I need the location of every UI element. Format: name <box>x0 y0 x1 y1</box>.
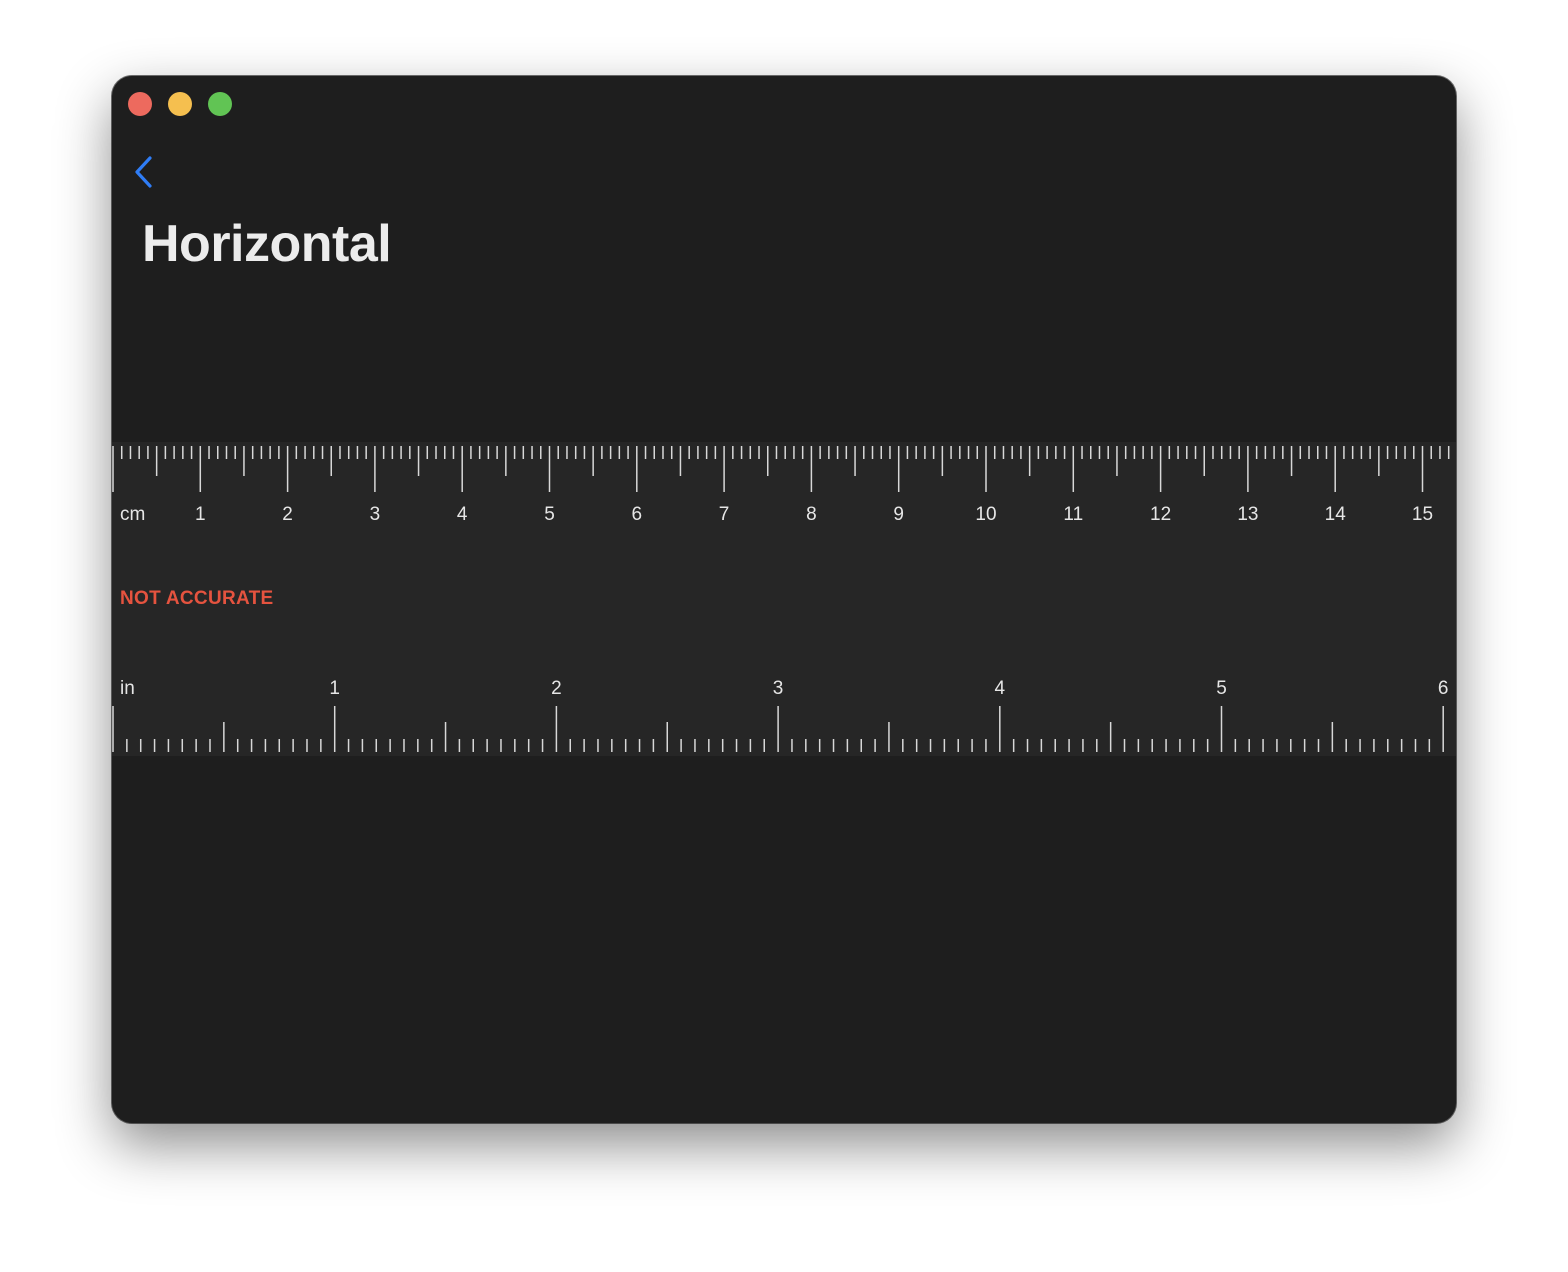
in-tick-label: 5 <box>1216 678 1227 699</box>
in-tick-label: 4 <box>995 678 1006 699</box>
cm-tick-label: 7 <box>719 504 730 525</box>
cm-tick-label: 5 <box>544 504 555 525</box>
cm-tick-label: 11 <box>1063 504 1083 525</box>
cm-tick-label: 6 <box>632 504 643 525</box>
cm-tick-label: 8 <box>806 504 817 525</box>
cm-tick-label: 2 <box>282 504 293 525</box>
in-unit-label: in <box>120 678 135 699</box>
app-window: Horizontal cm 1 2 3 4 5 6 7 8 9 10 11 12 13 14 15 NOT … <box>112 76 1456 1123</box>
in-tick-label: 6 <box>1438 678 1449 699</box>
cm-tick-label: 12 <box>1150 504 1171 525</box>
cm-tick-label: 15 <box>1412 504 1433 525</box>
minimize-window-button[interactable] <box>168 92 192 116</box>
cm-tick-label: 3 <box>370 504 381 525</box>
cm-tick-label: 1 <box>195 504 206 525</box>
accuracy-warning: NOT ACCURATE <box>120 588 274 609</box>
cm-tick-label: 10 <box>975 504 996 525</box>
in-tick-label: 3 <box>773 678 784 699</box>
cm-tick-label: 9 <box>893 504 904 525</box>
cm-tick-label: 13 <box>1237 504 1258 525</box>
inch-ruler: in 1 2 3 4 5 6 <box>112 678 1449 752</box>
in-tick-label: 2 <box>551 678 562 699</box>
chevron-left-icon <box>135 156 152 188</box>
zoom-window-button[interactable] <box>208 92 232 116</box>
back-button[interactable] <box>126 152 162 192</box>
page-title: Horizontal <box>142 215 392 273</box>
centimeter-ruler: cm 1 2 3 4 5 6 7 8 9 10 11 12 13 14 15 <box>112 446 1450 525</box>
cm-tick-label: 14 <box>1325 504 1347 525</box>
cm-unit-label: cm <box>120 504 145 525</box>
close-window-button[interactable] <box>128 92 152 116</box>
cm-tick-label: 4 <box>457 504 468 525</box>
in-tick-label: 1 <box>329 678 340 699</box>
ruler-area: cm 1 2 3 4 5 6 7 8 9 10 11 12 13 14 15 NOT ACCURATE in… <box>112 442 1456 756</box>
